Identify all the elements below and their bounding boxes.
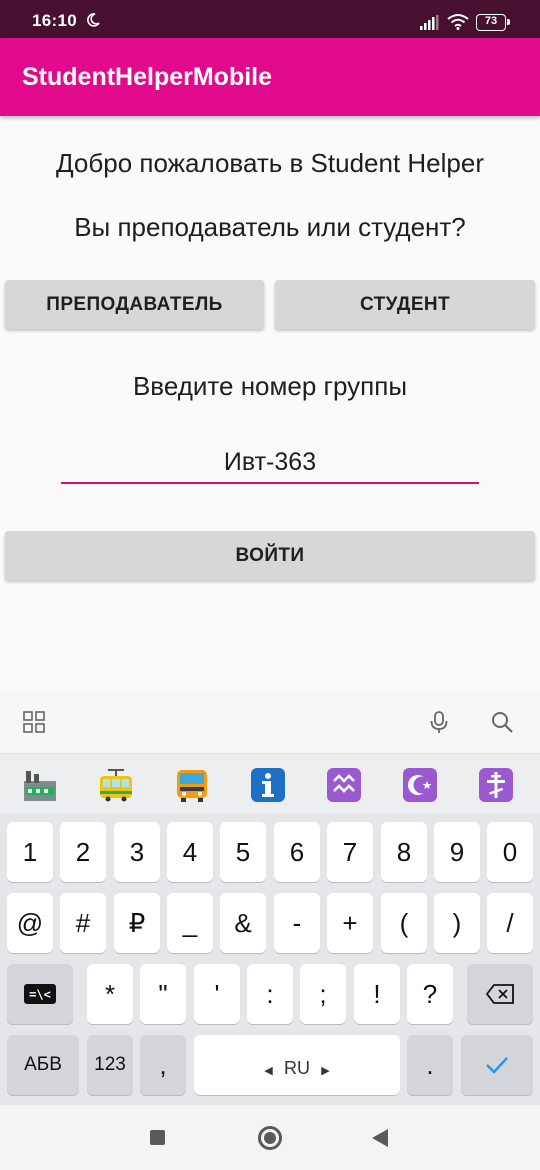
key-6[interactable]: 6 <box>274 822 320 882</box>
key-single-quote[interactable]: ' <box>194 964 240 1024</box>
app-bar: StudentHelperMobile <box>0 38 540 116</box>
backspace-icon <box>486 984 514 1004</box>
signal-icon <box>420 15 439 30</box>
key-comma[interactable]: , <box>140 1035 186 1095</box>
key-9[interactable]: 9 <box>434 822 480 882</box>
microphone-icon[interactable] <box>427 710 451 734</box>
key-asterisk[interactable]: * <box>87 964 133 1024</box>
numbers-layout-key[interactable]: 123 <box>87 1035 133 1095</box>
key-colon[interactable]: : <box>247 964 293 1024</box>
group-number-label: Введите номер группы <box>132 371 408 401</box>
key-ampersand[interactable]: & <box>220 893 266 953</box>
wifi-icon <box>447 14 469 30</box>
key-slash[interactable]: / <box>487 893 533 953</box>
search-icon[interactable] <box>490 710 514 734</box>
key-1[interactable]: 1 <box>7 822 53 882</box>
key-0[interactable]: 0 <box>487 822 533 882</box>
key-at[interactable]: @ <box>7 893 53 953</box>
aquarius-emoji-icon[interactable] <box>326 767 362 803</box>
group-number-input[interactable] <box>61 442 479 484</box>
role-question: Вы преподаватель или студент? <box>74 212 466 242</box>
key-3[interactable]: 3 <box>114 822 160 882</box>
status-bar: 16:10 73 <box>0 0 540 38</box>
enter-key[interactable] <box>461 1035 533 1095</box>
keyboard-toolbar <box>0 690 540 754</box>
backspace-key[interactable] <box>467 964 533 1024</box>
app-title: StudentHelperMobile <box>22 63 273 91</box>
key-question[interactable]: ? <box>407 964 453 1024</box>
chevron-right-icon: ▶ <box>321 1065 330 1077</box>
recents-icon[interactable] <box>150 1130 165 1145</box>
symbols-toggle-key[interactable]: =\< <box>7 964 73 1024</box>
key-semicolon[interactable]: ; <box>300 964 346 1024</box>
key-5[interactable]: 5 <box>220 822 266 882</box>
key-exclamation[interactable]: ! <box>354 964 400 1024</box>
information-emoji-icon[interactable] <box>250 767 286 803</box>
apps-grid-icon[interactable] <box>22 710 46 734</box>
chevron-left-icon: ◀ <box>264 1065 273 1077</box>
key-plus[interactable]: + <box>327 893 373 953</box>
key-open-paren[interactable]: ( <box>381 893 427 953</box>
key-minus[interactable]: - <box>274 893 320 953</box>
key-close-paren[interactable]: ) <box>434 893 480 953</box>
space-key[interactable]: ◀ RU ▶ <box>194 1035 400 1095</box>
tram-emoji-icon[interactable] <box>98 767 134 803</box>
key-period[interactable]: . <box>407 1035 453 1095</box>
key-4[interactable]: 4 <box>167 822 213 882</box>
language-label: RU <box>284 1058 310 1078</box>
teacher-button[interactable]: ПРЕПОДАВАТЕЛЬ <box>5 280 264 329</box>
star-crescent-emoji-icon[interactable] <box>402 767 438 803</box>
key-ruble[interactable]: ₽ <box>114 893 160 953</box>
key-7[interactable]: 7 <box>327 822 373 882</box>
welcome-text: Добро пожаловать в Student Helper <box>56 148 484 178</box>
home-icon[interactable] <box>258 1126 282 1150</box>
student-button[interactable]: СТУДЕНТ <box>275 280 535 329</box>
cyrillic-layout-key[interactable]: АБВ <box>7 1035 79 1095</box>
status-time: 16:10 <box>32 11 77 30</box>
key-hash[interactable]: # <box>60 893 106 953</box>
battery-icon: 73 <box>476 14 510 31</box>
key-underscore[interactable]: _ <box>167 893 213 953</box>
checkmark-icon <box>486 1057 508 1074</box>
symbols-page-icon: =\< <box>24 984 56 1004</box>
key-2[interactable]: 2 <box>60 822 106 882</box>
factory-emoji-icon[interactable] <box>22 767 58 803</box>
navigation-bar <box>0 1105 540 1170</box>
orthodox-cross-emoji-icon[interactable] <box>478 767 514 803</box>
back-icon[interactable] <box>372 1129 388 1147</box>
do-not-disturb-icon <box>87 13 100 27</box>
svg-text:=\<: =\< <box>29 988 51 1002</box>
key-8[interactable]: 8 <box>381 822 427 882</box>
bus-emoji-icon[interactable] <box>174 767 210 803</box>
key-double-quote[interactable]: " <box>140 964 186 1024</box>
login-button[interactable]: ВОЙТИ <box>5 531 535 580</box>
